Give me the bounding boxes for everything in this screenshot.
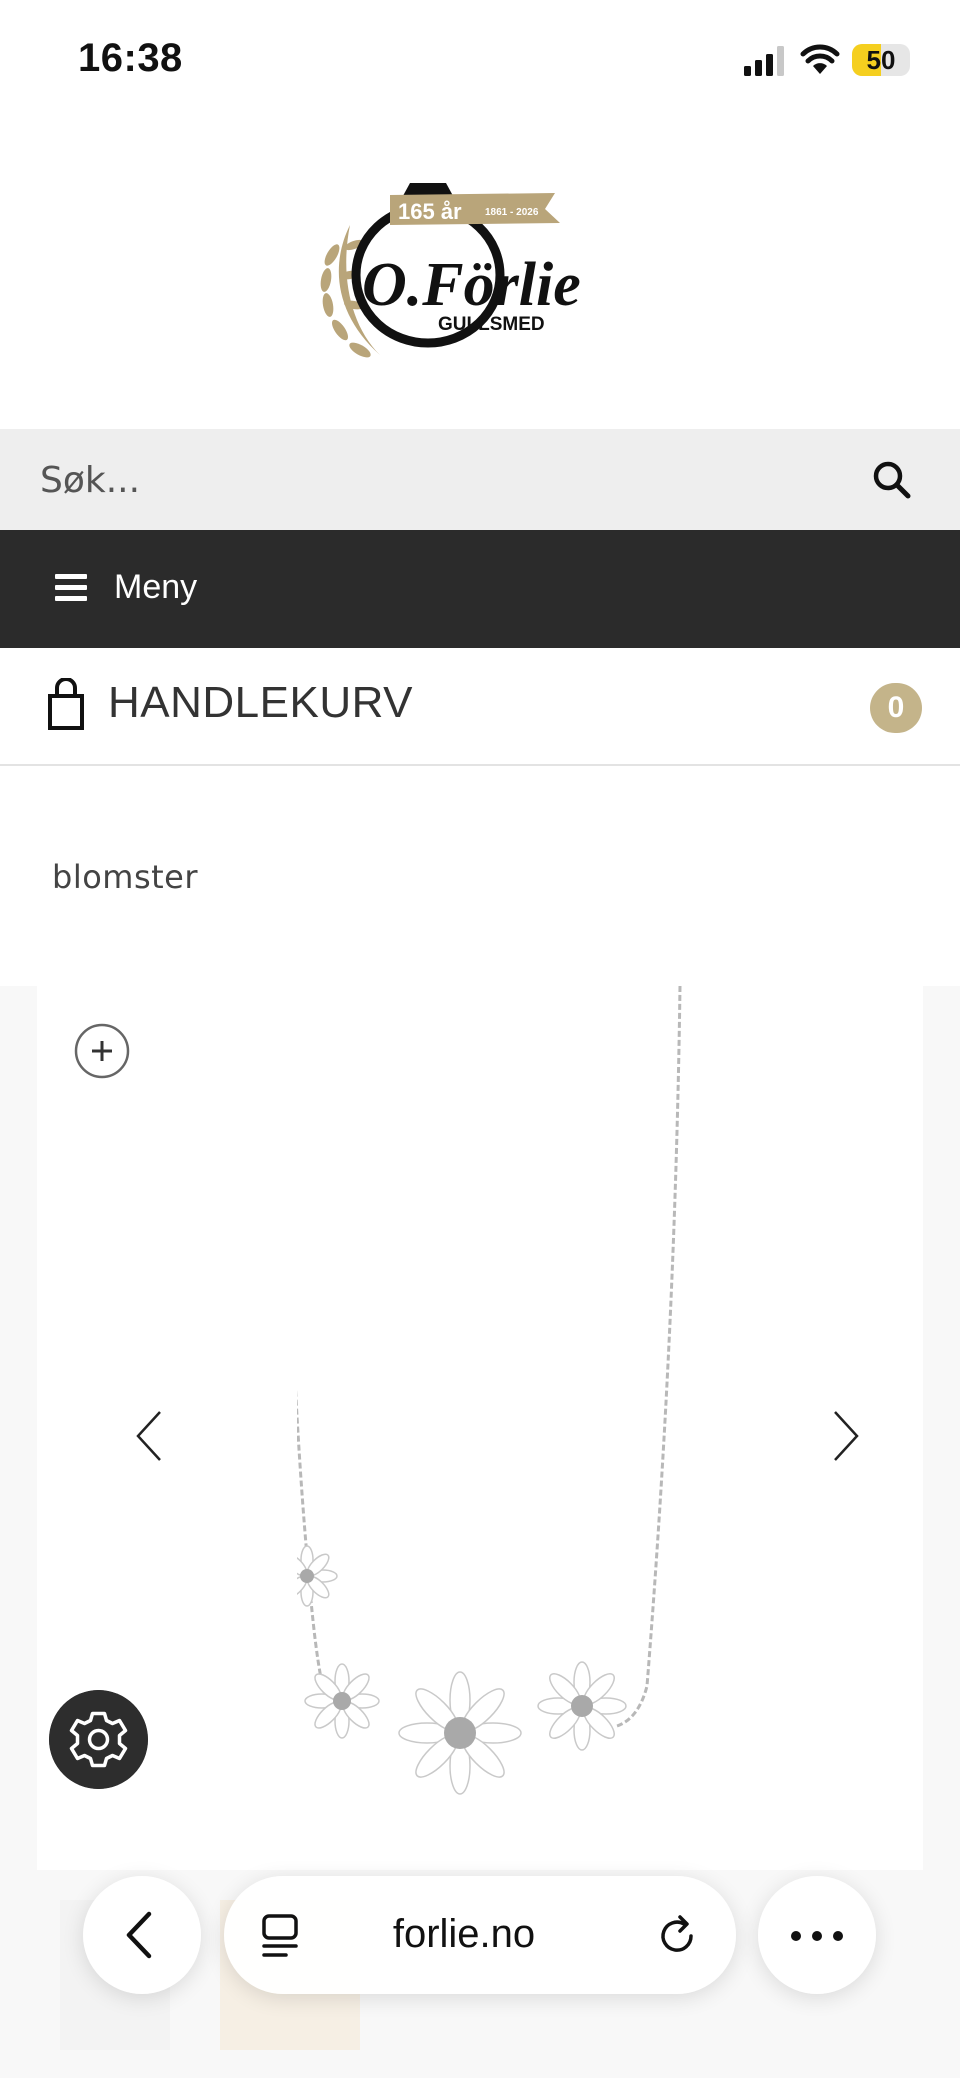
status-time: 16:38	[78, 36, 183, 80]
url-text[interactable]: forlie.no	[314, 1912, 614, 1957]
battery-indicator: 50	[852, 44, 910, 76]
reload-icon[interactable]	[658, 1914, 700, 1958]
status-bar: 16:38 50	[0, 0, 960, 120]
product-gallery	[37, 986, 923, 1870]
menu-label[interactable]: Meny	[114, 568, 197, 607]
search-input[interactable]	[40, 451, 820, 509]
menu-bar[interactable]: Meny	[0, 530, 960, 648]
forlie-logo[interactable]: 165 år 1861 - 2026 O.Förlie GULLSMED	[310, 175, 620, 375]
browser-address-bar[interactable]: forlie.no	[224, 1876, 736, 1994]
search-bar	[0, 429, 960, 530]
gear-icon[interactable]	[49, 1690, 148, 1789]
hamburger-icon[interactable]	[55, 574, 87, 602]
chevron-left-icon[interactable]	[132, 1406, 172, 1466]
daisy-necklace-image[interactable]	[297, 986, 717, 1806]
svg-text:O.Förlie: O.Förlie	[362, 251, 581, 319]
browser-back-button[interactable]	[83, 1876, 201, 1994]
shopping-bag-icon	[48, 678, 84, 730]
svg-text:GULLSMED: GULLSMED	[438, 314, 545, 335]
cellular-signal-icon	[744, 46, 784, 76]
cart-label[interactable]: HANDLEKURV	[108, 678, 413, 728]
search-icon[interactable]	[868, 456, 916, 504]
plus-circle-icon[interactable]	[74, 1023, 130, 1079]
wifi-icon	[800, 44, 840, 74]
svg-text:165 år: 165 år	[398, 199, 462, 224]
cart-row[interactable]: HANDLEKURV 0	[0, 648, 960, 766]
cart-count-badge: 0	[870, 683, 922, 733]
page-title: blomster	[52, 858, 199, 896]
chevron-right-icon[interactable]	[823, 1406, 863, 1466]
battery-level: 50	[866, 45, 896, 75]
chevron-left-icon	[126, 1911, 152, 1959]
svg-text:1861 - 2026: 1861 - 2026	[485, 207, 539, 218]
reader-icon[interactable]	[260, 1914, 302, 1958]
browser-more-button[interactable]	[758, 1876, 876, 1994]
